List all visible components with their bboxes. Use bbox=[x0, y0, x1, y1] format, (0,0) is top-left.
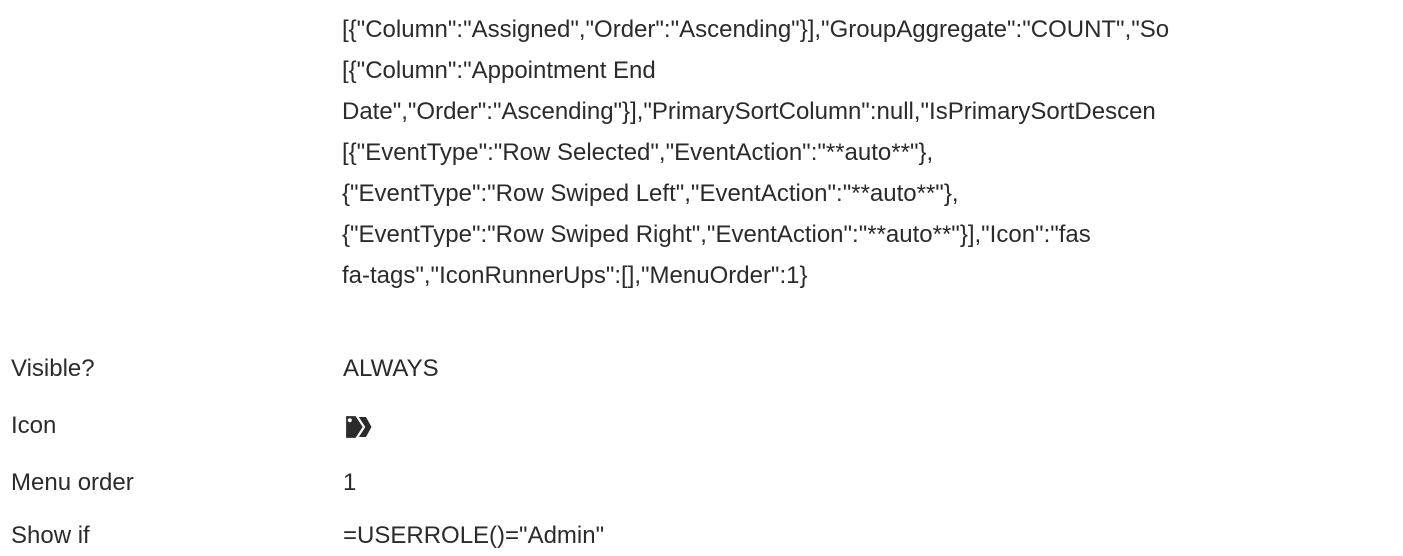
show-if-label: Show if bbox=[11, 522, 90, 549]
visible-value: ALWAYS bbox=[343, 355, 439, 382]
icon-row: Icon bbox=[0, 406, 1403, 446]
tags-icon bbox=[344, 414, 372, 440]
show-if-row: Show if =USERROLE()="Admin" bbox=[0, 516, 1403, 556]
menu-order-row: Menu order 1 bbox=[0, 463, 1403, 503]
json-line: [{"EventType":"Row Selected","EventActio… bbox=[342, 139, 934, 166]
menu-order-label: Menu order bbox=[11, 469, 134, 496]
json-line: [{"Column":"Appointment End bbox=[342, 57, 656, 84]
visible-label: Visible? bbox=[11, 355, 95, 382]
json-definition-value: [{"Column":"Assigned","Order":"Ascending… bbox=[342, 9, 1403, 296]
json-line: {"EventType":"Row Swiped Right","EventAc… bbox=[342, 221, 1091, 248]
visible-row: Visible? ALWAYS bbox=[0, 349, 1403, 389]
show-if-value: =USERROLE()="Admin" bbox=[343, 522, 605, 549]
json-line: [{"Column":"Assigned","Order":"Ascending… bbox=[342, 16, 1170, 43]
view-details-panel: [{"Column":"Assigned","Order":"Ascending… bbox=[0, 0, 1403, 556]
menu-order-value: 1 bbox=[343, 469, 357, 496]
icon-label: Icon bbox=[11, 412, 57, 439]
json-line: Date","Order":"Ascending"}],"PrimarySort… bbox=[342, 98, 1156, 125]
json-line: fa-tags","IconRunnerUps":[],"MenuOrder":… bbox=[342, 262, 808, 289]
json-line: {"EventType":"Row Swiped Left","EventAct… bbox=[342, 180, 959, 207]
